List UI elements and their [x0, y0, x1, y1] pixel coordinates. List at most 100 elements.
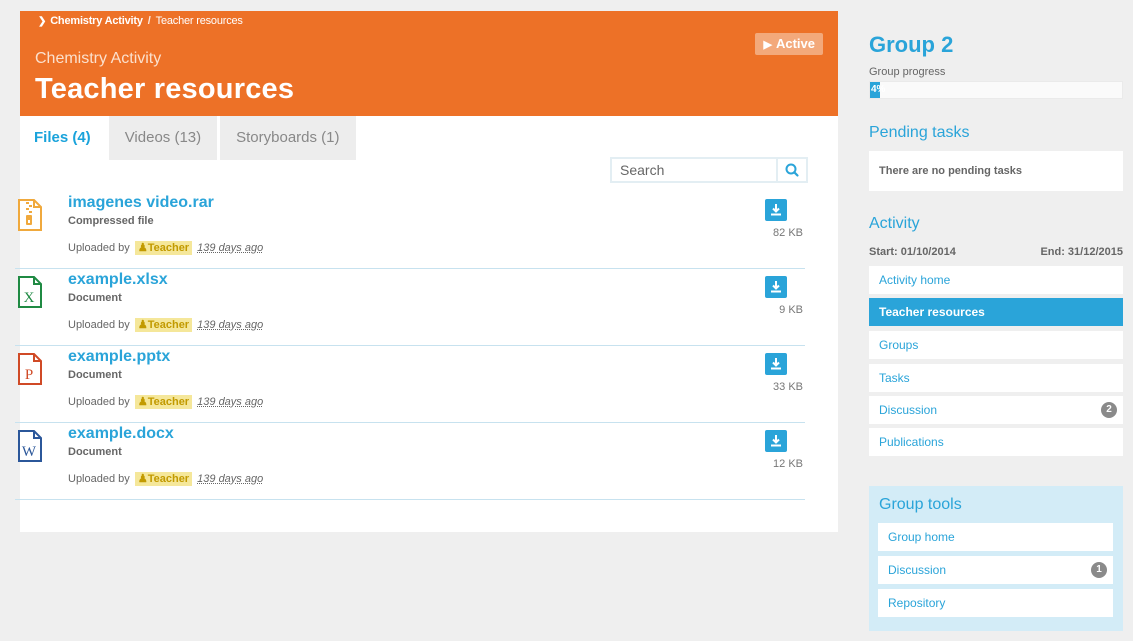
uploader-name: Teacher [147, 396, 190, 408]
file-upload-info: Uploaded by ♟Teacher 139 days ago [68, 318, 264, 332]
page-header: ❯ Chemistry Activity / Teacher resources Ch… [20, 11, 838, 116]
tool-item-group-home[interactable]: Group home [878, 523, 1113, 551]
user-icon: ♟ [137, 242, 148, 254]
group-progress-text: 4% [871, 84, 886, 95]
tool-item-label: Discussion [888, 563, 947, 577]
file-row: X example.xlsx Document Uploaded by ♟Tea… [15, 270, 805, 346]
file-name-link[interactable]: example.pptx [68, 348, 170, 366]
tool-item-discussion[interactable]: Discussion 1 [878, 556, 1113, 584]
file-type: Document [68, 292, 122, 304]
uploader-badge: ♟Teacher [134, 241, 193, 255]
file-size: 82 KB [773, 227, 803, 239]
download-button[interactable] [765, 430, 787, 452]
file-row: W example.docx Document Uploaded by ♟Tea… [15, 424, 805, 500]
user-icon: ♟ [137, 319, 148, 331]
uploaded-by-label: Uploaded by [68, 396, 130, 408]
activity-start-date: Start: 01/10/2014 [869, 246, 956, 258]
resource-tabs: Files (4) Videos (13) Storyboards (1) [20, 116, 838, 160]
pending-tasks-empty: There are no pending tasks [879, 165, 1023, 177]
file-size: 9 KB [779, 304, 803, 316]
uploaded-by-label: Uploaded by [68, 473, 130, 485]
search-icon [785, 163, 799, 177]
file-upload-info: Uploaded by ♟Teacher 139 days ago [68, 241, 264, 255]
sidebar-item-tasks[interactable]: Tasks [869, 364, 1123, 392]
activity-subtitle: Chemistry Activity [35, 50, 162, 67]
user-icon: ♟ [137, 396, 148, 408]
uploader-name: Teacher [147, 319, 190, 331]
tool-item-repository[interactable]: Repository [878, 589, 1113, 617]
svg-text:X: X [24, 290, 35, 306]
breadcrumb: ❯ Chemistry Activity / Teacher resources [38, 15, 243, 27]
excel-file-icon: X [18, 276, 42, 308]
sidebar-item-publications[interactable]: Publications [869, 428, 1123, 456]
sidebar-item-activity-home[interactable]: Activity home [869, 266, 1123, 294]
group-discussion-count-badge: 1 [1091, 562, 1107, 578]
upload-time: 139 days ago [197, 396, 264, 408]
user-icon: ♟ [137, 473, 148, 485]
file-type: Document [68, 369, 122, 381]
file-size: 33 KB [773, 381, 803, 393]
breadcrumb-current: Teacher resources [155, 15, 243, 27]
group-title: Group 2 [869, 32, 954, 57]
chevron-right-icon: ❯ [38, 16, 47, 27]
download-icon [771, 358, 781, 370]
activity-title: Activity [869, 215, 920, 232]
uploader-badge: ♟Teacher [134, 395, 193, 409]
tab-storyboards[interactable]: Storyboards (1) [220, 116, 356, 160]
breadcrumb-activity-link[interactable]: Chemistry Activity [50, 15, 143, 27]
play-icon: ▶ [763, 39, 772, 51]
sidebar-item-label: Discussion [879, 403, 938, 417]
file-name-link[interactable]: example.docx [68, 425, 174, 443]
upload-time: 139 days ago [197, 319, 264, 331]
download-icon [771, 281, 781, 293]
group-progress-label: Group progress [869, 66, 946, 78]
svg-text:P: P [25, 367, 33, 383]
search-button[interactable] [776, 159, 806, 181]
uploader-name: Teacher [147, 473, 190, 485]
uploaded-by-label: Uploaded by [68, 242, 130, 254]
search-box [610, 157, 808, 183]
file-name-link[interactable]: example.xlsx [68, 271, 168, 289]
uploader-badge: ♟Teacher [134, 318, 193, 332]
download-icon [771, 435, 781, 447]
file-type: Document [68, 446, 122, 458]
activity-end-date: End: 31/12/2015 [1040, 246, 1123, 258]
uploader-name: Teacher [147, 242, 190, 254]
powerpoint-file-icon: P [18, 353, 42, 385]
group-progress-bar: 4% [869, 81, 1123, 99]
page-title: Teacher resources [35, 73, 295, 105]
status-badge: ▶ Active [754, 33, 823, 55]
file-upload-info: Uploaded by ♟Teacher 139 days ago [68, 472, 264, 486]
file-row: imagenes video.rar Compressed file Uploa… [15, 193, 805, 269]
breadcrumb-separator: / [147, 15, 151, 27]
sidebar-item-groups[interactable]: Groups [869, 331, 1123, 359]
group-tools-panel: Group tools Group home Discussion 1 Repo… [869, 486, 1123, 631]
download-button[interactable] [765, 199, 787, 221]
sidebar-item-discussion[interactable]: Discussion 2 [869, 396, 1123, 424]
activity-dates: Start: 01/10/2014 End: 31/12/2015 [869, 246, 1123, 258]
svg-text:W: W [22, 444, 37, 460]
file-size: 12 KB [773, 458, 803, 470]
tab-files[interactable]: Files (4) [20, 116, 106, 160]
upload-time: 139 days ago [197, 242, 264, 254]
file-type: Compressed file [68, 215, 154, 227]
download-button[interactable] [765, 276, 787, 298]
uploaded-by-label: Uploaded by [68, 319, 130, 331]
file-row: P example.pptx Document Uploaded by ♟Tea… [15, 347, 805, 423]
sidebar-item-teacher-resources[interactable]: Teacher resources [869, 298, 1123, 326]
zip-file-icon [18, 199, 42, 231]
discussion-count-badge: 2 [1101, 402, 1117, 418]
uploader-badge: ♟Teacher [134, 472, 193, 486]
pending-tasks-box: There are no pending tasks [869, 151, 1123, 191]
file-name-link[interactable]: imagenes video.rar [68, 194, 214, 212]
download-button[interactable] [765, 353, 787, 375]
search-input[interactable] [612, 159, 776, 181]
file-upload-info: Uploaded by ♟Teacher 139 days ago [68, 395, 264, 409]
word-file-icon: W [18, 430, 42, 462]
download-icon [771, 204, 781, 216]
group-tools-title: Group tools [879, 496, 962, 513]
status-label: Active [775, 36, 815, 51]
pending-tasks-title: Pending tasks [869, 124, 970, 141]
upload-time: 139 days ago [197, 473, 264, 485]
tab-videos[interactable]: Videos (13) [108, 116, 218, 160]
